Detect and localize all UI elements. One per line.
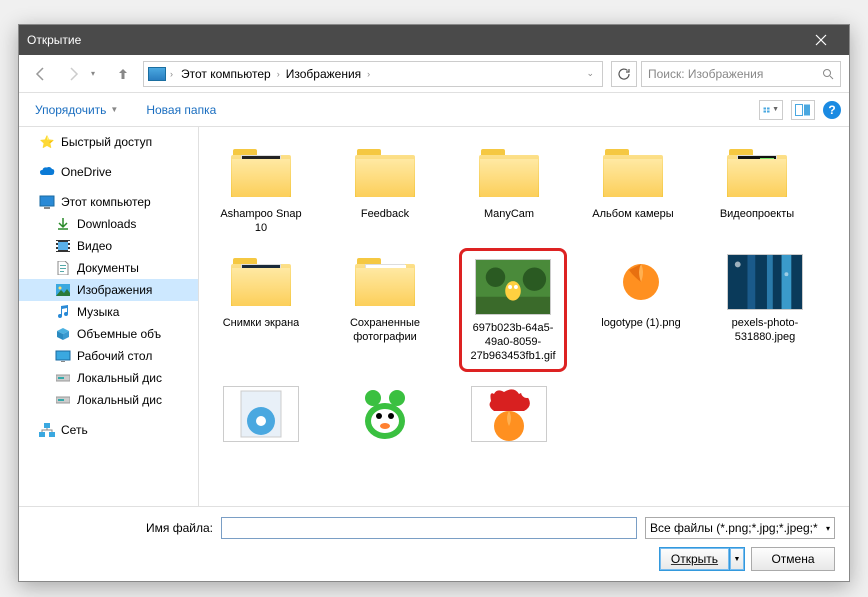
- chevron-right-icon: ›: [367, 69, 370, 79]
- file-item[interactable]: [211, 380, 311, 452]
- organize-button[interactable]: Упорядочить▼: [27, 99, 126, 121]
- folder-item[interactable]: Feedback: [335, 139, 435, 240]
- up-button[interactable]: [111, 62, 135, 86]
- refresh-button[interactable]: [611, 61, 637, 87]
- document-icon: [55, 260, 71, 276]
- picture-icon: [55, 282, 71, 298]
- sidebar-music[interactable]: Музыка: [19, 301, 198, 323]
- sidebar-quick-access[interactable]: ⭐Быстрый доступ: [19, 131, 198, 153]
- filename-label: Имя файла:: [33, 521, 213, 535]
- chevron-right-icon: ›: [277, 69, 280, 79]
- forward-button[interactable]: [59, 60, 87, 88]
- file-type-filter[interactable]: Все файлы (*.png;*.jpg;*.jpeg;*▾: [645, 517, 835, 539]
- history-dropdown[interactable]: ▾: [91, 69, 107, 78]
- sidebar-desktop[interactable]: Рабочий стол: [19, 345, 198, 367]
- open-dropdown[interactable]: ▼: [729, 547, 745, 571]
- file-item[interactable]: pexels-photo-531880.jpeg: [715, 248, 815, 372]
- sidebar-pictures[interactable]: Изображения: [19, 279, 198, 301]
- sidebar-videos[interactable]: Видео: [19, 235, 198, 257]
- folder-item[interactable]: Снимки экрана: [211, 248, 311, 372]
- body-area: ⭐Быстрый доступ OneDrive Этот компьютер …: [19, 127, 849, 506]
- music-icon: [55, 304, 71, 320]
- folder-item[interactable]: Сохраненные фотографии: [335, 248, 435, 372]
- sidebar-local-disk-2[interactable]: Локальный дис: [19, 389, 198, 411]
- navigation-bar: ▾ › Этот компьютер › Изображения › ⌄ Пои…: [19, 55, 849, 93]
- folder-item[interactable]: Альбом камеры: [583, 139, 683, 240]
- file-item[interactable]: logotype (1).png: [591, 248, 691, 372]
- sidebar-downloads[interactable]: Downloads: [19, 213, 198, 235]
- breadcrumb-folder[interactable]: Изображения: [282, 65, 365, 83]
- close-button[interactable]: [801, 25, 841, 55]
- folder-item[interactable]: ManyCam: [459, 139, 559, 240]
- back-button[interactable]: [27, 60, 55, 88]
- network-icon: [39, 422, 55, 438]
- file-item[interactable]: [459, 380, 559, 452]
- disk-icon: [55, 392, 71, 408]
- sidebar-local-disk-1[interactable]: Локальный дис: [19, 367, 198, 389]
- open-dialog: Открытие ▾ › Этот компьютер › Изображени…: [18, 24, 850, 582]
- folder-item[interactable]: Видеопроекты: [707, 139, 807, 240]
- file-item[interactable]: [335, 380, 435, 452]
- file-item-selected[interactable]: 697b023b-64a5-49a0-8059-27b963453fb1.gif: [459, 248, 567, 372]
- sidebar-network[interactable]: Сеть: [19, 419, 198, 441]
- chevron-right-icon: ›: [170, 69, 173, 79]
- download-icon: [55, 216, 71, 232]
- sidebar-documents[interactable]: Документы: [19, 257, 198, 279]
- sidebar-3d-objects[interactable]: Объемные объ: [19, 323, 198, 345]
- address-bar[interactable]: › Этот компьютер › Изображения › ⌄: [143, 61, 603, 87]
- folder-item[interactable]: Ashampoo Snap 10: [211, 139, 311, 240]
- preview-pane-button[interactable]: [791, 100, 815, 120]
- star-icon: ⭐: [39, 134, 55, 150]
- search-input[interactable]: Поиск: Изображения: [641, 61, 841, 87]
- breadcrumb: Этот компьютер › Изображения ›: [177, 65, 578, 83]
- cloud-icon: [39, 164, 55, 180]
- sidebar-this-pc[interactable]: Этот компьютер: [19, 191, 198, 213]
- pc-icon: [39, 194, 55, 210]
- titlebar: Открытие: [19, 25, 849, 55]
- toolbar: Упорядочить▼ Новая папка ▼ ?: [19, 93, 849, 127]
- cube-icon: [55, 326, 71, 342]
- address-dropdown[interactable]: ⌄: [582, 68, 598, 79]
- breadcrumb-root[interactable]: Этот компьютер: [177, 65, 275, 83]
- window-title: Открытие: [27, 33, 801, 47]
- disk-icon: [55, 370, 71, 386]
- help-button[interactable]: ?: [823, 101, 841, 119]
- dialog-footer: Имя файла: Все файлы (*.png;*.jpg;*.jpeg…: [19, 506, 849, 581]
- filename-input[interactable]: [221, 517, 637, 539]
- cancel-button[interactable]: Отмена: [751, 547, 835, 571]
- search-icon: [822, 68, 834, 80]
- open-button[interactable]: Открыть: [659, 547, 729, 571]
- sidebar-onedrive[interactable]: OneDrive: [19, 161, 198, 183]
- view-mode-button[interactable]: ▼: [759, 100, 783, 120]
- search-placeholder: Поиск: Изображения: [648, 67, 818, 81]
- pc-icon: [148, 67, 166, 81]
- sidebar: ⭐Быстрый доступ OneDrive Этот компьютер …: [19, 127, 199, 506]
- file-list: Ashampoo Snap 10 Feedback ManyCam Альбом…: [199, 127, 849, 506]
- film-icon: [55, 238, 71, 254]
- desktop-icon: [55, 348, 71, 364]
- new-folder-button[interactable]: Новая папка: [138, 99, 224, 121]
